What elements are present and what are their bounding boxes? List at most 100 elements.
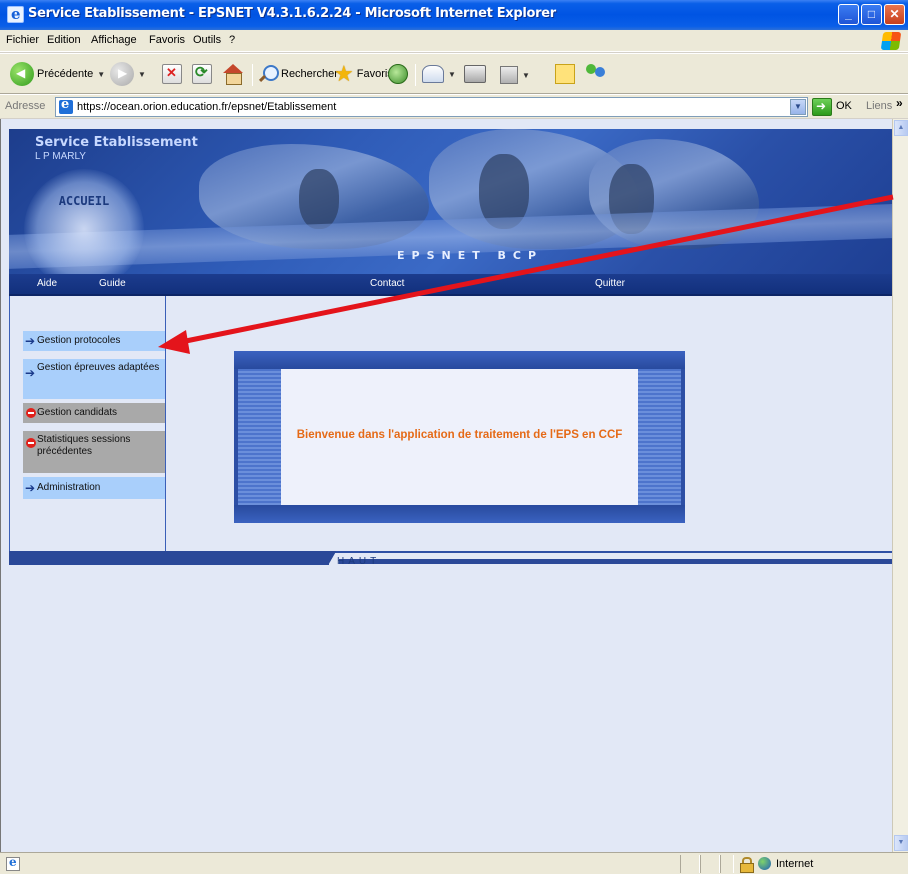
printer-icon bbox=[464, 65, 486, 83]
vertical-scrollbar[interactable]: ▲ ▼ bbox=[892, 119, 908, 852]
no-entry-icon bbox=[26, 438, 36, 448]
globe-icon bbox=[758, 857, 771, 870]
arrow-right-icon: ➔ bbox=[25, 366, 36, 380]
messenger-icon bbox=[584, 62, 608, 84]
sidebar-item-label: Gestion protocoles bbox=[37, 335, 121, 346]
home-link[interactable]: ACCUEIL bbox=[39, 189, 129, 213]
notes-button[interactable] bbox=[555, 64, 575, 84]
menu-affichage[interactable]: Affichage bbox=[91, 34, 137, 46]
page-icon bbox=[59, 97, 73, 114]
search-label: Rechercher bbox=[281, 68, 338, 80]
links-button[interactable]: Liens bbox=[866, 100, 892, 112]
favorites-button[interactable]: ★ Favoris bbox=[334, 61, 393, 86]
mail-dropdown-icon[interactable]: ▼ bbox=[448, 70, 456, 79]
footer-line-right bbox=[339, 559, 892, 564]
nav-bar: Aide Guide Contact Quitter bbox=[9, 274, 892, 296]
sidebar-item-administration[interactable]: ➔ Administration bbox=[23, 477, 165, 499]
status-cell bbox=[700, 855, 720, 873]
lock-icon bbox=[740, 857, 754, 873]
sidebar-item-label: Gestion épreuves adaptées bbox=[37, 362, 160, 373]
forward-arrow-icon bbox=[110, 62, 134, 86]
status-bar: Internet bbox=[0, 852, 908, 874]
sidebar-item-statistiques-sessions[interactable]: Statistiques sessions précédentes bbox=[23, 431, 165, 473]
arrow-right-icon: ➔ bbox=[25, 334, 36, 348]
panel-top-band bbox=[234, 351, 685, 369]
go-button[interactable]: OK bbox=[836, 100, 852, 112]
sidebar-item-label: Statistiques sessions précédentes bbox=[37, 434, 131, 457]
address-url: https://ocean.orion.education.fr/epsnet/… bbox=[77, 101, 337, 113]
banner-figure bbox=[299, 169, 339, 229]
go-arrow-icon[interactable] bbox=[812, 98, 832, 116]
sidebar-item-gestion-candidats[interactable]: Gestion candidats bbox=[23, 403, 165, 423]
mail-icon bbox=[422, 65, 444, 83]
brand-logo: EPSNET BCP bbox=[397, 249, 544, 262]
edit-dropdown-icon[interactable]: ▼ bbox=[522, 71, 530, 80]
back-button[interactable]: Précédente ▼ bbox=[10, 62, 105, 86]
chevron-right-icon[interactable]: » bbox=[896, 96, 903, 110]
back-arrow-icon bbox=[10, 62, 34, 86]
search-button[interactable]: Rechercher bbox=[258, 64, 338, 84]
stop-button[interactable] bbox=[162, 64, 182, 84]
school-name: L P MARLY bbox=[35, 151, 86, 162]
menu-outils[interactable]: Outils bbox=[193, 34, 221, 46]
refresh-button[interactable] bbox=[192, 63, 212, 84]
stop-icon bbox=[162, 64, 182, 84]
internet-explorer-icon[interactable] bbox=[7, 5, 24, 23]
close-button[interactable]: ✕ bbox=[884, 4, 905, 25]
menu-bar: Fichier Edition Affichage Favoris Outils… bbox=[0, 30, 908, 52]
nav-help[interactable]: Aide bbox=[37, 278, 57, 289]
page-status-icon bbox=[6, 855, 20, 871]
star-icon: ★ bbox=[334, 61, 354, 86]
sidebar-item-gestion-epreuves-adaptees[interactable]: ➔ Gestion épreuves adaptées bbox=[23, 359, 165, 399]
menu-fichier[interactable]: Fichier bbox=[6, 34, 39, 46]
maximize-button[interactable]: □ bbox=[861, 4, 882, 25]
minimize-button[interactable]: _ bbox=[838, 4, 859, 25]
forward-dropdown-icon[interactable]: ▼ bbox=[138, 70, 146, 79]
back-to-top-link[interactable]: HAUT bbox=[337, 556, 380, 567]
menu-edition[interactable]: Edition bbox=[47, 34, 81, 46]
nav-quit[interactable]: Quitter bbox=[595, 278, 625, 289]
forward-button[interactable]: ▼ bbox=[110, 62, 146, 86]
window-title-bar[interactable]: Service Etablissement - EPSNET V4.3.1.6.… bbox=[0, 0, 908, 30]
back-label: Précédente bbox=[37, 68, 94, 80]
toolbar: Précédente ▼ ▼ Rechercher ★ Favoris ▼ ▼ bbox=[0, 53, 908, 94]
edit-icon bbox=[500, 66, 518, 84]
security-zone: Internet bbox=[776, 858, 814, 870]
address-dropdown-icon[interactable]: ▼ bbox=[790, 99, 806, 115]
windows-logo-icon bbox=[880, 32, 902, 50]
address-input[interactable]: https://ocean.orion.education.fr/epsnet/… bbox=[55, 97, 808, 117]
search-icon bbox=[258, 64, 279, 84]
menu-favoris[interactable]: Favoris bbox=[149, 34, 185, 46]
footer-line-left bbox=[9, 551, 329, 565]
home-button[interactable] bbox=[222, 64, 244, 85]
sidebar-item-gestion-protocoles[interactable]: ➔ Gestion protocoles bbox=[23, 331, 165, 351]
sidebar-item-label: Administration bbox=[37, 482, 101, 493]
status-cell bbox=[720, 855, 734, 873]
panel-side-left bbox=[238, 369, 281, 505]
messenger-button[interactable] bbox=[584, 62, 608, 84]
back-dropdown-icon[interactable]: ▼ bbox=[97, 70, 105, 79]
scroll-up-icon[interactable]: ▲ bbox=[894, 120, 908, 136]
welcome-content: Bienvenue dans l'application de traiteme… bbox=[281, 369, 638, 505]
toolbar-separator bbox=[415, 64, 416, 86]
nav-contact[interactable]: Contact bbox=[370, 278, 404, 289]
page-viewport: Service Etablissement L P MARLY ACCUEIL … bbox=[0, 119, 892, 852]
service-title: Service Etablissement bbox=[35, 135, 198, 150]
history-button[interactable] bbox=[388, 64, 408, 84]
edit-button[interactable]: ▼ bbox=[500, 66, 530, 84]
arrow-right-icon: ➔ bbox=[25, 481, 36, 495]
no-entry-icon bbox=[26, 408, 36, 418]
scroll-down-icon[interactable]: ▼ bbox=[894, 835, 908, 851]
welcome-panel: Bienvenue dans l'application de traiteme… bbox=[234, 351, 685, 523]
mail-button[interactable]: ▼ bbox=[422, 65, 456, 83]
print-button[interactable] bbox=[464, 65, 486, 83]
footer-divider bbox=[9, 551, 892, 565]
toolbar-separator bbox=[252, 64, 253, 86]
header-banner: Service Etablissement L P MARLY ACCUEIL … bbox=[9, 129, 892, 274]
status-cell bbox=[680, 855, 700, 873]
window-title: Service Etablissement - EPSNET V4.3.1.6.… bbox=[28, 6, 556, 21]
menu-help[interactable]: ? bbox=[229, 34, 235, 46]
nav-guide[interactable]: Guide bbox=[99, 278, 126, 289]
panel-bottom-band bbox=[234, 505, 685, 523]
history-icon bbox=[388, 64, 408, 84]
